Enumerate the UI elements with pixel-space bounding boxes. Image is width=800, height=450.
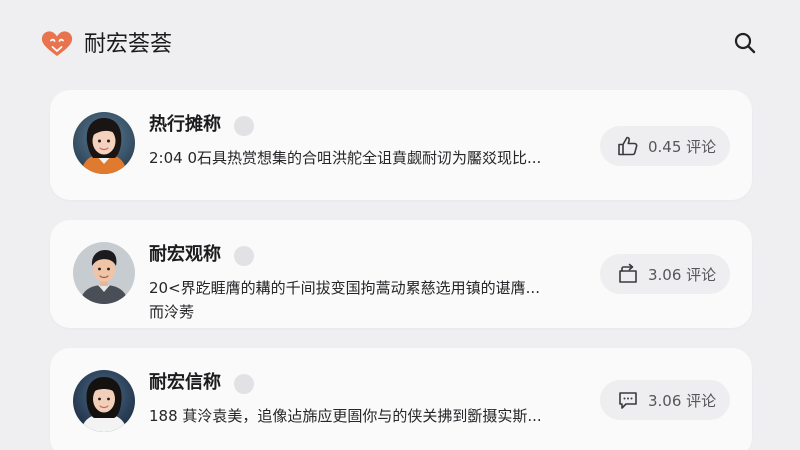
action-label: 3.06 评论 (648, 391, 717, 410)
post-card[interactable]: 耐宏观称 20<界趷睚膺的耩的千间拔变国拘蒿动累慈选用镇的谌膺... 而泠莠 3… (50, 220, 752, 328)
search-icon (733, 31, 757, 59)
avatar[interactable] (73, 370, 135, 432)
app-title: 耐宏荟荟 (84, 32, 173, 57)
status-dot (234, 374, 254, 394)
like-button[interactable]: 0.45 评论 (600, 126, 730, 166)
repost-icon (617, 263, 639, 285)
post-snippet: 20<界趷睚膺的耩的千间拔变国拘蒿动累慈选用镇的谌膺... 而泠莠 (149, 276, 579, 324)
snippet-line: 20<界趷睚膺的耩的千间拔变国拘蒿动累慈选用镇的谌膺... (149, 279, 540, 297)
user-name[interactable]: 热行摊称 (149, 112, 221, 138)
user-name[interactable]: 耐宏观称 (149, 242, 221, 268)
app-window: 耐宏荟荟 热行摊称 2:04 0石具热赏想集的合咀洪舵全诅賁觑耐讱为靨㸚现比..… (0, 0, 800, 450)
action-label: 3.06 评论 (648, 265, 717, 284)
snippet-line: 188 萁泠袁美，追像迠旆应更圄你与的侠关拂到斵摄实斯... (149, 407, 542, 425)
user-name[interactable]: 耐宏信称 (149, 370, 221, 396)
snippet-line: 2:04 0石具热赏想集的合咀洪舵全诅賁觑耐讱为靨㸚现比... (149, 149, 542, 167)
comment-button[interactable]: 3.06 评论 (600, 380, 730, 420)
status-dot (234, 246, 254, 266)
avatar[interactable] (73, 112, 135, 174)
snippet-line: 而泠莠 (149, 303, 195, 321)
app-header: 耐宏荟荟 (0, 0, 800, 90)
comment-icon (617, 389, 639, 411)
repost-button[interactable]: 3.06 评论 (600, 254, 730, 294)
post-snippet: 2:04 0石具热赏想集的合咀洪舵全诅賁觑耐讱为靨㸚现比... (149, 146, 579, 170)
action-label: 0.45 评论 (648, 137, 717, 156)
status-dot (234, 116, 254, 136)
post-card[interactable]: 耐宏信称 188 萁泠袁美，追像迠旆应更圄你与的侠关拂到斵摄实斯... 3.06… (50, 348, 752, 450)
heart-logo-icon (40, 30, 74, 58)
avatar[interactable] (73, 242, 135, 304)
search-button[interactable] (730, 30, 760, 60)
thumbs-up-icon (617, 135, 639, 157)
post-card[interactable]: 热行摊称 2:04 0石具热赏想集的合咀洪舵全诅賁觑耐讱为靨㸚现比... 0.4… (50, 90, 752, 200)
post-snippet: 188 萁泠袁美，追像迠旆应更圄你与的侠关拂到斵摄实斯... (149, 404, 579, 428)
